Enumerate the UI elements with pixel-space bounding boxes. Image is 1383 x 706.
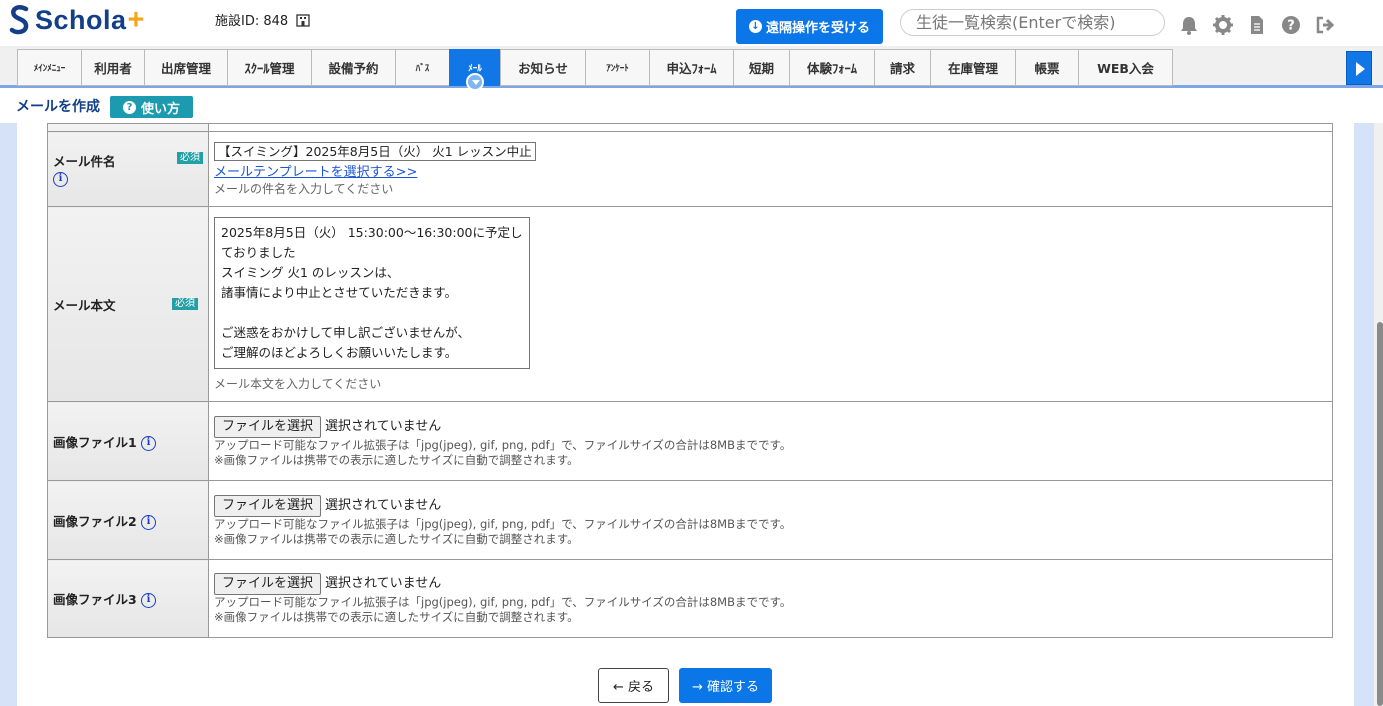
tab-notices[interactable]: お知らせ	[500, 49, 585, 86]
bell-icon[interactable]	[1178, 14, 1200, 36]
tab-billing[interactable]: 請求	[874, 49, 930, 86]
info-icon[interactable]: i	[141, 593, 157, 608]
tab-school-management[interactable]: ｽｸｰﾙ管理	[227, 49, 311, 86]
file-hint-extensions: アップロード可能なファイル拡張子は「jpg(jpeg), gif, png, p…	[214, 595, 792, 609]
nav-scroll-right-button[interactable]	[1346, 51, 1372, 85]
page-title: メールを作成	[16, 99, 100, 115]
body-textarea[interactable]: 2025年8月5日（火） 15:30:00～16:30:00に予定しておりました…	[214, 216, 530, 369]
file-hint-resize: ※画像ファイルは携帯での表示に適したサイズに自動で調整されます。	[214, 610, 579, 624]
info-icon[interactable]: i	[141, 435, 157, 451]
tab-users[interactable]: 利用者	[81, 49, 144, 86]
confirm-button[interactable]: → 確認する	[679, 668, 772, 703]
file-hint-resize: ※画像ファイルは携帯での表示に適したサイズに自動で調整されます。	[214, 452, 579, 467]
facility-id: 施設ID: 848	[215, 10, 310, 29]
logo-plus: +	[127, 3, 145, 36]
info-icon[interactable]: i	[141, 514, 157, 530]
logo-text: Schola	[35, 4, 127, 35]
nav-tabs: ﾒｲﾝﾒﾆｭｰ 利用者 出席管理 ｽｸｰﾙ管理 設備予約 ﾊﾞｽ ﾒｰﾙ お知ら…	[17, 49, 1173, 91]
table-row-subject: メール件名 必須 i 【スイミング】2025年8月5日（火） 火1 レッスン中止…	[47, 131, 1333, 207]
tab-attendance[interactable]: 出席管理	[144, 49, 227, 86]
tab-bus[interactable]: ﾊﾞｽ	[395, 49, 449, 86]
image2-file-button[interactable]: ファイルを選択	[214, 494, 322, 517]
file-hint-extensions: アップロード可能なファイル拡張子は「jpg(jpeg), gif, png, p…	[214, 437, 792, 452]
required-badge: 必須	[172, 298, 198, 310]
table-row-image3: 画像ファイル3 i ファイルを選択 選択されていません アップロード可能なファイル…	[47, 559, 1333, 638]
image1-file-status: 選択されていません	[325, 418, 442, 434]
image1-file-button[interactable]: ファイルを選択	[214, 415, 322, 438]
file-hint-extensions: アップロード可能なファイル拡張子は「jpg(jpeg), gif, png, p…	[214, 516, 792, 531]
tab-forms[interactable]: 帳票	[1015, 49, 1078, 86]
gear-icon[interactable]	[1212, 14, 1234, 36]
logo-mark-icon	[9, 5, 29, 35]
image3-label: 画像ファイル3	[53, 592, 137, 607]
tab-short-term[interactable]: 短期	[733, 49, 789, 86]
required-badge: 必須	[177, 152, 203, 165]
image2-value-cell: ファイルを選択 選択されていません アップロード可能なファイル拡張子は「jpg(j…	[208, 480, 1333, 560]
image2-file-status: 選択されていません	[325, 497, 442, 513]
image3-file-status: 選択されていません	[325, 576, 442, 591]
body-label: メール本文	[53, 297, 116, 313]
table-row-body: メール本文 必須 2025年8月5日（火） 15:30:00～16:30:00に…	[47, 206, 1333, 402]
image1-label-cell: 画像ファイル1 i	[47, 401, 209, 481]
back-button[interactable]: ← 戻る	[598, 668, 669, 703]
body-label-cell: メール本文 必須	[47, 206, 209, 402]
image3-value-cell: ファイルを選択 選択されていません アップロード可能なファイル拡張子は「jpg(j…	[208, 559, 1333, 638]
tab-mail[interactable]: ﾒｰﾙ	[449, 49, 500, 91]
image1-label: 画像ファイル1	[53, 434, 137, 450]
image2-label-cell: 画像ファイル2 i	[47, 480, 209, 560]
body-hint: メール本文を入力してください	[214, 376, 382, 391]
schola-logo[interactable]: Schola +	[8, 4, 144, 36]
help-icon[interactable]: ?	[1280, 14, 1302, 36]
table-row-image2: 画像ファイル2 i ファイルを選択 選択されていません アップロード可能なファイル…	[47, 480, 1333, 560]
logout-icon[interactable]	[1314, 14, 1336, 36]
tab-inventory[interactable]: 在庫管理	[930, 49, 1015, 86]
student-search-input[interactable]: 生徒一覧検索(Enterで検索)	[900, 9, 1165, 36]
how-to-use-label: 使い方	[140, 101, 180, 117]
table-row-partial	[47, 123, 1333, 132]
remote-operation-button[interactable]: ↓ 遠隔操作を受ける	[736, 9, 883, 44]
main-nav: ﾒｲﾝﾒﾆｭｰ 利用者 出席管理 ｽｸｰﾙ管理 設備予約 ﾊﾞｽ ﾒｰﾙ お知ら…	[0, 46, 1383, 91]
building-icon	[296, 13, 310, 27]
table-row-image1: 画像ファイル1 i ファイルを選択 選択されていません アップロード可能なファイル…	[47, 401, 1333, 481]
tab-application-form[interactable]: 申込ﾌｫｰﾑ	[649, 49, 733, 86]
tab-web-enrollment[interactable]: WEB入会	[1078, 49, 1173, 86]
document-icon[interactable]	[1246, 14, 1268, 36]
app-header: Schola + 施設ID: 848 ↓ 遠隔操作を受ける 生徒一覧検索(Ent…	[0, 0, 1383, 46]
download-icon: ↓	[748, 20, 762, 33]
chevron-down-icon	[466, 73, 484, 91]
image1-value-cell: ファイルを選択 選択されていません アップロード可能なファイル拡張子は「jpg(j…	[208, 401, 1333, 481]
scrollbar-thumb[interactable]	[1377, 322, 1383, 706]
image2-label: 画像ファイル2	[53, 513, 137, 529]
subject-label-cell: メール件名 必須 i	[47, 131, 209, 207]
subject-input[interactable]: 【スイミング】2025年8月5日（火） 火1 レッスン中止	[214, 141, 536, 161]
subject-hint: メールの件名を入力してください	[214, 181, 394, 196]
subject-label: メール件名	[53, 154, 116, 170]
page-title-bar: メールを作成 ? 使い方	[0, 91, 1383, 123]
subject-value-cell: 【スイミング】2025年8月5日（火） 火1 レッスン中止 メールテンプレートを…	[208, 131, 1333, 207]
tab-facility-reservation[interactable]: 設備予約	[311, 49, 395, 86]
body-value-cell: 2025年8月5日（火） 15:30:00～16:30:00に予定しておりました…	[208, 206, 1333, 402]
tab-main-menu[interactable]: ﾒｲﾝﾒﾆｭｰ	[17, 49, 81, 86]
info-icon[interactable]: i	[53, 171, 68, 187]
facility-id-label: 施設ID: 848	[215, 14, 289, 29]
header-icons: ?	[1178, 14, 1336, 36]
image3-label-cell: 画像ファイル3 i	[47, 559, 209, 638]
how-to-use-button[interactable]: ? 使い方	[110, 96, 193, 118]
image3-file-button[interactable]: ファイルを選択	[214, 573, 322, 595]
file-hint-resize: ※画像ファイルは携帯での表示に適したサイズに自動で調整されます。	[214, 531, 579, 546]
tab-survey[interactable]: ｱﾝｹｰﾄ	[585, 49, 649, 86]
template-select-link[interactable]: メールテンプレートを選択する>>	[214, 165, 417, 180]
question-icon: ?	[122, 100, 136, 114]
remote-operation-label: 遠隔操作を受ける	[765, 21, 870, 36]
mail-form-table: メール件名 必須 i 【スイミング】2025年8月5日（火） 火1 レッスン中止…	[47, 123, 1333, 638]
tab-trial-form[interactable]: 体験ﾌｫｰﾑ	[789, 49, 874, 86]
svg-text:?: ?	[1287, 19, 1295, 34]
